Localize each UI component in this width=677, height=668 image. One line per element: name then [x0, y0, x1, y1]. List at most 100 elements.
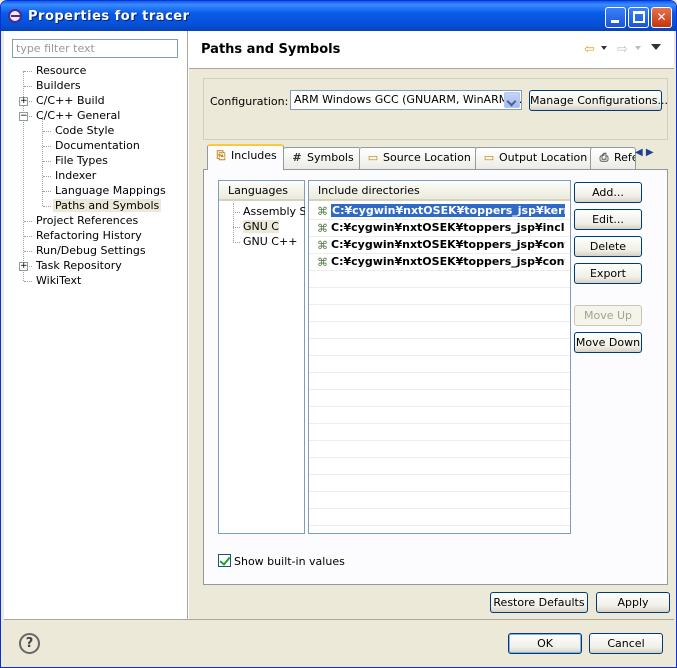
tree-item[interactable]: Code Style	[53, 124, 116, 139]
tree-item-label: WikiText	[36, 274, 82, 287]
checkbox-checked-icon[interactable]	[218, 554, 231, 567]
help-icon[interactable]: ?	[19, 633, 40, 654]
back-menu-icon[interactable]	[601, 46, 607, 50]
empty-row	[309, 339, 570, 356]
ok-button[interactable]: OK	[508, 633, 582, 654]
close-button[interactable]: ✕	[651, 7, 672, 28]
expand-icon[interactable]: +	[19, 262, 28, 271]
tree-line	[24, 251, 32, 252]
language-item[interactable]: GNU C	[243, 220, 305, 235]
tree-item-label: Refactoring History	[36, 229, 142, 242]
window-title: Properties for tracer	[28, 9, 190, 24]
filter-input[interactable]	[12, 39, 178, 58]
include-path: C:¥cygwin¥nxtOSEK¥toppers_jsp¥kernel	[331, 204, 565, 217]
tab-symbols[interactable]: # Symbols	[283, 147, 361, 169]
tree-line	[43, 206, 51, 207]
manage-configurations-button[interactable]: Manage Configurations...	[529, 90, 668, 111]
empty-row	[309, 492, 570, 509]
empty-row	[309, 441, 570, 458]
back-arrow-icon[interactable]: ⇦	[584, 42, 595, 57]
left-panel: Resource Builders C/C++ Build + C/C++ Genera…	[4, 31, 188, 619]
show-builtin-values-checkbox[interactable]: Show built-in values	[218, 554, 345, 568]
tree-line	[43, 191, 51, 192]
tab-includes[interactable]: ⎘ Includes	[207, 144, 284, 170]
include-directories-header[interactable]: Include directories	[309, 181, 570, 201]
tree-line	[24, 86, 32, 87]
language-item[interactable]: GNU C++	[243, 235, 305, 250]
cancel-button[interactable]: Cancel	[589, 633, 663, 654]
tree-line	[24, 71, 32, 72]
include-row[interactable]: ⌘ C:¥cygwin¥nxtOSEK¥toppers_jsp¥kernel	[309, 203, 570, 220]
expand-icon[interactable]: +	[19, 97, 28, 106]
apply-button[interactable]: Apply	[596, 592, 670, 613]
tree-item[interactable]: Language Mappings	[53, 184, 168, 199]
tree-item[interactable]: Refactoring History	[34, 229, 144, 244]
chevron-down-icon[interactable]	[504, 92, 520, 108]
include-row[interactable]: ⌘ C:¥cygwin¥nxtOSEK¥toppers_jsp¥config	[309, 254, 570, 271]
chevron-right-icon[interactable]: ▶	[646, 147, 654, 158]
forward-arrow-icon[interactable]: ⇨	[617, 42, 628, 57]
chevron-left-icon[interactable]: ◀	[635, 147, 643, 158]
languages-list[interactable]: Languages Assembly Source GNU C GNU C++	[218, 180, 305, 534]
tree-item[interactable]: Run/Debug Settings	[34, 244, 148, 259]
tree-line	[42, 119, 43, 206]
include-folder-icon: ⌘	[317, 222, 328, 235]
view-menu-icon[interactable]	[651, 44, 661, 50]
edit-button[interactable]: Edit...	[574, 209, 642, 230]
restore-defaults-button[interactable]: Restore Defaults	[490, 592, 588, 613]
tree-item[interactable]: Paths and Symbols	[53, 199, 162, 214]
empty-row	[309, 509, 570, 526]
tab-references[interactable]: ⎙ Refe	[590, 147, 636, 169]
minimize-button[interactable]	[605, 7, 626, 28]
tree-item[interactable]: File Types	[53, 154, 110, 169]
tree-item[interactable]: Indexer	[53, 169, 98, 184]
folder-icon: ▭	[483, 151, 495, 164]
language-item[interactable]: Assembly Source	[243, 205, 305, 220]
collapse-icon[interactable]: −	[19, 112, 28, 121]
tab-label: Symbols	[307, 151, 354, 164]
include-row[interactable]: ⌘ C:¥cygwin¥nxtOSEK¥toppers_jsp¥include	[309, 220, 570, 237]
move-down-button[interactable]: Move Down	[574, 332, 642, 353]
maximize-button[interactable]	[628, 7, 649, 28]
tree-item-label: C/C++ Build	[36, 94, 105, 107]
tab-output-location[interactable]: ▭ Output Location	[475, 147, 595, 169]
empty-row	[309, 356, 570, 373]
empty-row	[309, 271, 570, 288]
title-bar[interactable]: Properties for tracer ✕	[1, 1, 676, 31]
right-panel: Paths and Symbols ⇦ ⇨ Configuration: ARM…	[189, 31, 674, 619]
include-row[interactable]: ⌘ C:¥cygwin¥nxtOSEK¥toppers_jsp¥config	[309, 237, 570, 254]
include-path: C:¥cygwin¥nxtOSEK¥toppers_jsp¥config	[331, 238, 565, 251]
tab-label: Source Location	[383, 151, 471, 164]
configuration-group: Configuration: ARM Windows GCC (GNUARM, …	[203, 78, 668, 140]
languages-header[interactable]: Languages	[219, 181, 304, 201]
include-folder-icon: ⌘	[317, 256, 328, 269]
empty-row	[309, 424, 570, 441]
tree-item[interactable]: Project References	[34, 214, 140, 229]
include-folder-icon: ⌘	[317, 239, 328, 252]
tab-scroll-arrows[interactable]: ◀ ▶	[635, 147, 667, 161]
page-title: Paths and Symbols	[201, 42, 341, 57]
configuration-select[interactable]: ARM Windows GCC (GNUARM, WinARM, ...	[290, 90, 522, 110]
tab-source-location[interactable]: ▭ Source Location	[359, 147, 478, 169]
tree-line	[43, 146, 51, 147]
configuration-value: ARM Windows GCC (GNUARM, WinARM, ...	[294, 93, 522, 106]
tree-item[interactable]: C/C++ General	[34, 109, 122, 124]
tree-item[interactable]: WikiText	[34, 274, 83, 289]
tree-line	[43, 161, 51, 162]
move-up-button[interactable]: Move Up	[574, 305, 642, 326]
add-button[interactable]: Add...	[574, 182, 642, 203]
minimize-icon	[611, 20, 619, 23]
hash-icon: #	[292, 151, 302, 164]
tree-item[interactable]: Builders	[34, 79, 83, 94]
export-button[interactable]: Export	[574, 263, 642, 284]
tree-item[interactable]: Documentation	[53, 139, 142, 154]
include-folder-icon: ⌘	[317, 205, 328, 218]
include-directories-table[interactable]: Include directories ⌘ C:¥cygwin¥nxtOSEK¥t…	[308, 180, 571, 534]
tree-item-label: Resource	[36, 64, 87, 77]
delete-button[interactable]: Delete	[574, 236, 642, 257]
tree-item[interactable]: Task Repository	[34, 259, 124, 274]
tree-item[interactable]: Resource	[34, 64, 88, 79]
forward-menu-icon[interactable]	[635, 46, 641, 50]
tree-line	[43, 131, 51, 132]
tree-item[interactable]: C/C++ Build	[34, 94, 107, 109]
